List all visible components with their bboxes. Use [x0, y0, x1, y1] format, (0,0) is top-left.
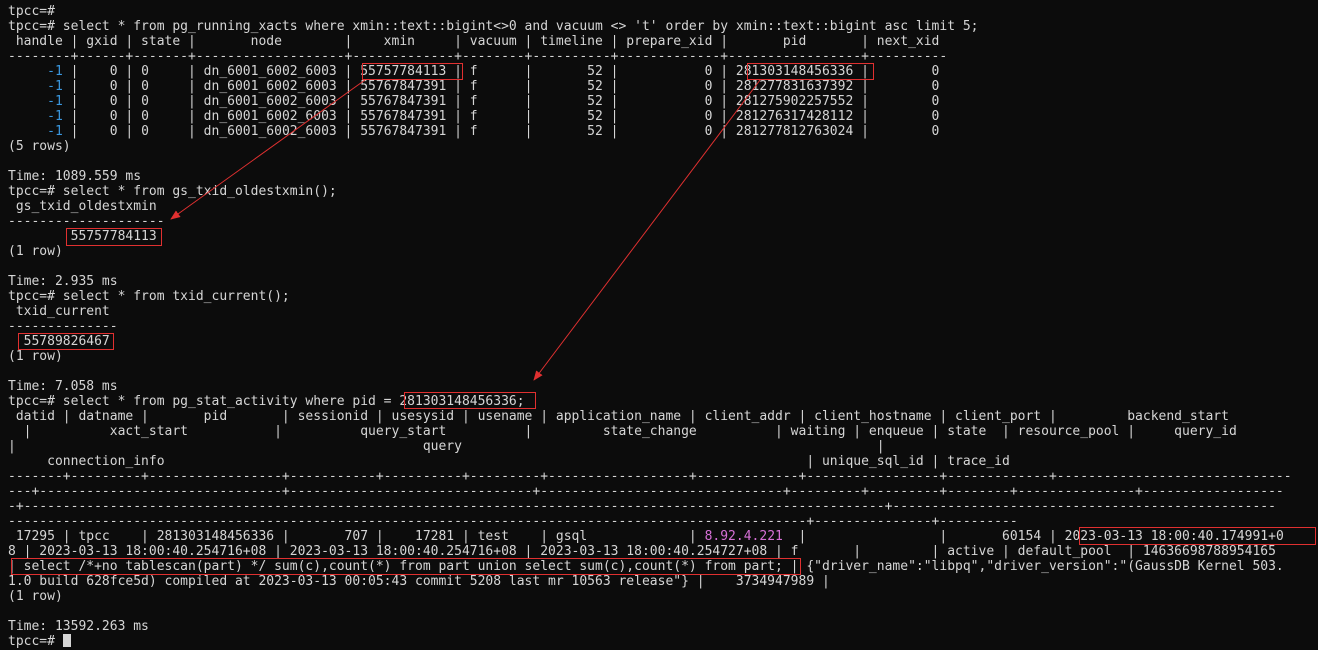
oldestxmin-highlight-box [66, 228, 162, 246]
terminal-line: 1.0 build 628fce5d) compiled at 2023-03-… [8, 574, 830, 589]
terminal-line: tpcc=# select * from gs_txid_oldestxmin(… [8, 184, 337, 199]
terminal-line: txid_current [8, 304, 110, 319]
terminal-line: handle | gxid | state | node | xmin | va… [8, 34, 940, 49]
terminal-line: tpcc=# [8, 634, 71, 649]
terminal-line: -------+---------+-----------------+----… [8, 469, 1292, 484]
client-addr-value: 8.92.4.221 [704, 529, 783, 544]
handle-value: -1 [47, 109, 63, 124]
terminal-line: | query | [8, 439, 885, 454]
terminal-line: tpcc=# select * from pg_running_xacts wh… [8, 19, 979, 34]
terminal-line: -1 | 0 | 0 | dn_6001_6002_6003 | 5576784… [47, 109, 940, 124]
terminal-line: -------------------- [8, 214, 165, 229]
handle-value: -1 [47, 79, 63, 94]
terminal-line: Time: 13592.263 ms [8, 619, 149, 634]
handle-value: -1 [47, 64, 63, 79]
terminal-line: -1 | 0 | 0 | dn_6001_6002_6003 | 5576784… [47, 94, 940, 109]
terminal-line: -+--------------------------------------… [8, 499, 1276, 514]
terminal-line: (1 row) [8, 244, 63, 259]
terminal-line: (1 row) [8, 589, 63, 604]
query-pid-highlight-box [404, 392, 536, 409]
xmin-highlight-box [362, 63, 463, 80]
terminal-line: -------------- [8, 319, 118, 334]
terminal-line: -1 | 0 | 0 | dn_6001_6002_6003 | 5576784… [47, 124, 940, 139]
backend-start-highlight-box [1079, 527, 1316, 545]
terminal-window[interactable]: tpcc=# tpcc=# select * from pg_running_xa… [0, 0, 1318, 650]
terminal-line: | xact_start | query_start | state_chang… [8, 424, 1237, 439]
terminal-line: ---+-------------------------------+----… [8, 484, 1284, 499]
terminal-line: connection_info | unique_sql_id | trace_… [8, 454, 1010, 469]
text-cursor [62, 634, 71, 647]
terminal-line: (1 row) [8, 349, 63, 364]
terminal-line: datid | datname | pid | sessionid | uses… [8, 409, 1229, 424]
terminal-line: tpcc=# select * from txid_current(); [8, 289, 290, 304]
terminal-line: tpcc=# [8, 4, 55, 19]
terminal-line: -1 | 0 | 0 | dn_6001_6002_6003 | 5576784… [47, 79, 940, 94]
terminal-line: Time: 2.935 ms [8, 274, 118, 289]
terminal-line: 8 | 2023-03-13 18:00:40.254716+08 | 2023… [8, 544, 1276, 559]
terminal-line: Time: 7.058 ms [8, 379, 118, 394]
query-text-highlight-box [11, 558, 801, 575]
pid-highlight-box [747, 63, 874, 80]
handle-value: -1 [47, 94, 63, 109]
terminal-line: Time: 1089.559 ms [8, 169, 142, 184]
terminal-line: ----------------------------------------… [8, 514, 1018, 529]
terminal-line: (5 rows) [8, 139, 71, 154]
txid-current-highlight-box [18, 333, 114, 350]
handle-value: -1 [47, 124, 63, 139]
terminal-line: gs_txid_oldestxmin [8, 199, 157, 214]
terminal-line: --------+------+-------+----------------… [8, 49, 948, 64]
